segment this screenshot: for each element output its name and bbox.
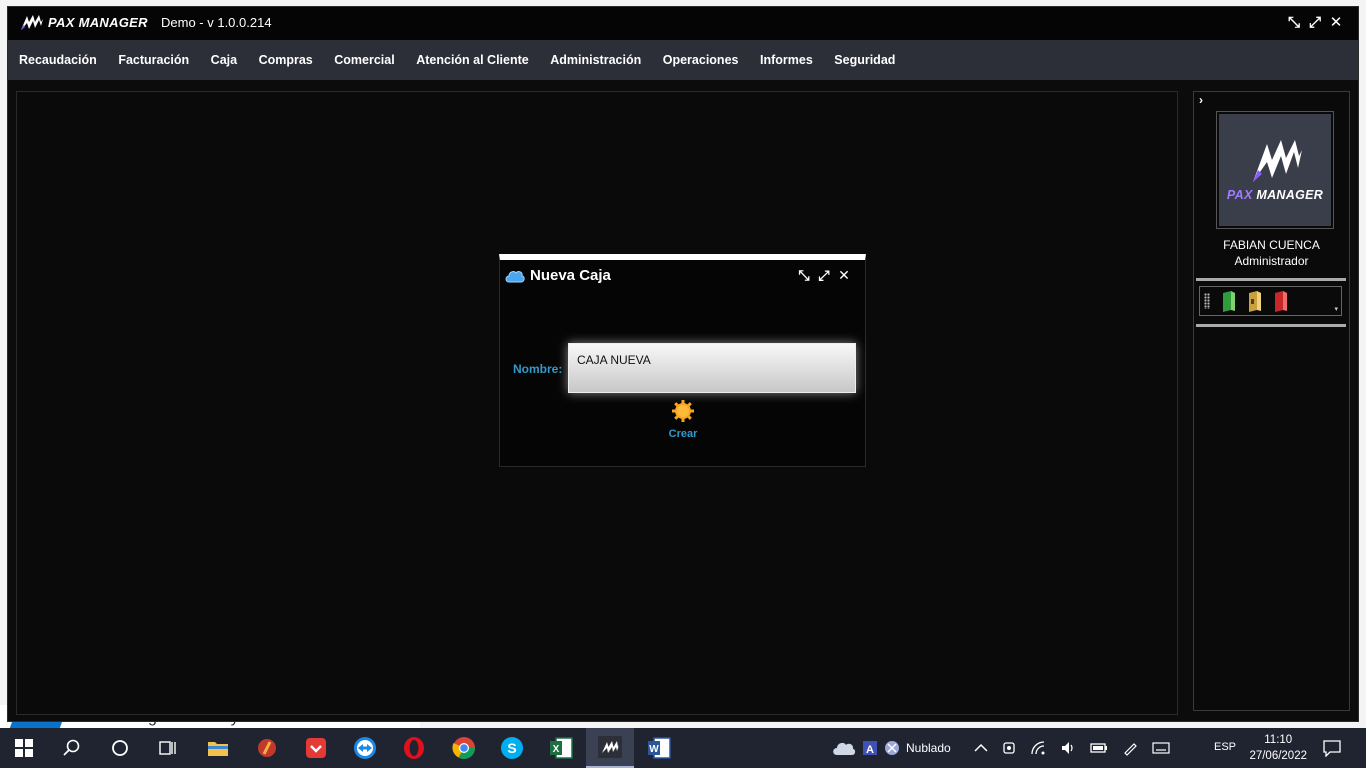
system-tray-right bbox=[974, 728, 1170, 768]
toolstrip-dropdown-icon[interactable]: ▾ bbox=[1334, 305, 1338, 313]
chevron-up-icon[interactable] bbox=[974, 743, 988, 753]
nombre-label: Nombre: bbox=[513, 362, 563, 376]
clock-date: 27/06/2022 bbox=[1249, 750, 1307, 762]
clock-time: 11:10 bbox=[1264, 734, 1293, 746]
dialog-controls: ⤡ ⤢ ✕ bbox=[797, 268, 851, 282]
pax-logo-icon bbox=[1253, 140, 1302, 182]
toolstrip-grip[interactable] bbox=[1204, 293, 1210, 309]
volume-icon[interactable] bbox=[1060, 740, 1076, 756]
user-avatar: PAX MANAGER bbox=[1216, 111, 1334, 229]
file-explorer-icon[interactable] bbox=[194, 728, 242, 768]
menu-item-atencion-cliente[interactable]: Atención al Cliente bbox=[416, 53, 529, 67]
maximize-icon[interactable]: ⤢ bbox=[1307, 15, 1323, 31]
pax-manager-taskbar-icon[interactable] bbox=[586, 728, 634, 768]
notification-center-icon[interactable] bbox=[1322, 728, 1342, 768]
divider bbox=[1196, 278, 1346, 281]
menu-item-facturacion[interactable]: Facturación bbox=[118, 53, 189, 67]
menu-item-informes[interactable]: Informes bbox=[760, 53, 813, 67]
app-version-label: Demo - v 1.0.0.214 bbox=[161, 15, 272, 30]
download-manager-icon[interactable] bbox=[292, 728, 340, 768]
crear-button[interactable]: Crear bbox=[660, 400, 706, 440]
word-icon[interactable]: W bbox=[635, 728, 683, 768]
yellow-folder-icon[interactable] bbox=[1247, 291, 1263, 312]
divider bbox=[1196, 324, 1346, 327]
system-tray: A Nublado bbox=[832, 728, 951, 768]
chrome-icon[interactable] bbox=[440, 728, 488, 768]
title-bar: PAX MANAGER Demo - v 1.0.0.214 ⤡ ⤢ ✕ bbox=[8, 7, 1358, 40]
app-brand: PAX MANAGER bbox=[48, 14, 148, 30]
snipping-tool-icon[interactable] bbox=[884, 740, 900, 756]
wifi-icon[interactable] bbox=[1030, 740, 1046, 756]
green-folder-icon[interactable] bbox=[1221, 291, 1237, 312]
task-view-icon[interactable] bbox=[144, 728, 192, 768]
weather-cloud-icon[interactable] bbox=[832, 740, 856, 756]
restore-icon[interactable]: ⤡ bbox=[1286, 15, 1302, 31]
svg-text:X: X bbox=[553, 744, 560, 755]
pen-icon[interactable] bbox=[1122, 740, 1138, 756]
pax-logo-icon bbox=[21, 15, 43, 30]
language-indicator[interactable]: ESP bbox=[1214, 741, 1236, 753]
app-logo: PAX MANAGER bbox=[20, 13, 148, 31]
windows-taskbar: S X W A Nublado ESP 11:10 27/06/2022 bbox=[0, 728, 1366, 768]
menu-item-caja[interactable]: Caja bbox=[211, 53, 237, 67]
maximize-icon[interactable]: ⤢ bbox=[817, 268, 831, 282]
gear-icon bbox=[672, 400, 694, 422]
search-icon[interactable] bbox=[48, 728, 96, 768]
teamviewer-icon[interactable] bbox=[341, 728, 389, 768]
battery-icon[interactable] bbox=[1090, 741, 1108, 755]
system-clock[interactable]: 11:10 27/06/2022 bbox=[1249, 732, 1307, 764]
user-side-panel: › PAX MANAGER FABIAN CUENCA Administrado… bbox=[1193, 91, 1350, 711]
avatar-brand: PAX MANAGER bbox=[1226, 188, 1324, 202]
skype-icon[interactable]: S bbox=[488, 728, 536, 768]
quick-tools-strip: ▾ bbox=[1199, 286, 1342, 316]
close-icon[interactable]: ✕ bbox=[1328, 15, 1344, 31]
ccleaner-icon[interactable] bbox=[243, 728, 291, 768]
nueva-caja-dialog: Nueva Caja ⤡ ⤢ ✕ Nombre: CAJA NUEVA Crea… bbox=[499, 254, 866, 467]
user-name: FABIAN CUENCA bbox=[1223, 238, 1320, 252]
keyboard-icon[interactable] bbox=[1152, 741, 1170, 755]
svg-text:S: S bbox=[507, 740, 516, 756]
dialog-title: Nueva Caja bbox=[530, 267, 611, 284]
collapse-panel-chevron-icon[interactable]: › bbox=[1199, 93, 1203, 107]
nombre-input[interactable]: CAJA NUEVA bbox=[568, 343, 856, 393]
font-tool-icon[interactable]: A bbox=[862, 740, 878, 756]
restore-icon[interactable]: ⤡ bbox=[797, 268, 811, 282]
red-folder-icon[interactable] bbox=[1273, 291, 1289, 312]
weather-label: Nublado bbox=[906, 741, 951, 755]
menu-item-administracion[interactable]: Administración bbox=[550, 53, 641, 67]
user-role: Administrador bbox=[1234, 254, 1309, 268]
windows-start-icon[interactable] bbox=[0, 728, 48, 768]
excel-icon[interactable]: X bbox=[537, 728, 585, 768]
camera-icon[interactable] bbox=[1002, 740, 1016, 756]
menu-item-comercial[interactable]: Comercial bbox=[334, 53, 394, 67]
main-menu-bar: Recaudación Facturación Caja Compras Com… bbox=[8, 40, 1358, 80]
menu-item-seguridad[interactable]: Seguridad bbox=[834, 53, 895, 67]
crear-label: Crear bbox=[668, 428, 698, 440]
menu-item-recaudacion[interactable]: Recaudación bbox=[19, 53, 97, 67]
svg-text:A: A bbox=[866, 744, 874, 756]
cortana-icon[interactable] bbox=[96, 728, 144, 768]
close-icon[interactable]: ✕ bbox=[837, 268, 851, 282]
menu-item-operaciones[interactable]: Operaciones bbox=[663, 53, 739, 67]
svg-text:W: W bbox=[649, 744, 659, 755]
window-controls: ⤡ ⤢ ✕ bbox=[1286, 15, 1344, 31]
menu-item-compras[interactable]: Compras bbox=[259, 53, 313, 67]
opera-icon[interactable] bbox=[390, 728, 438, 768]
cloud-icon bbox=[505, 271, 525, 283]
